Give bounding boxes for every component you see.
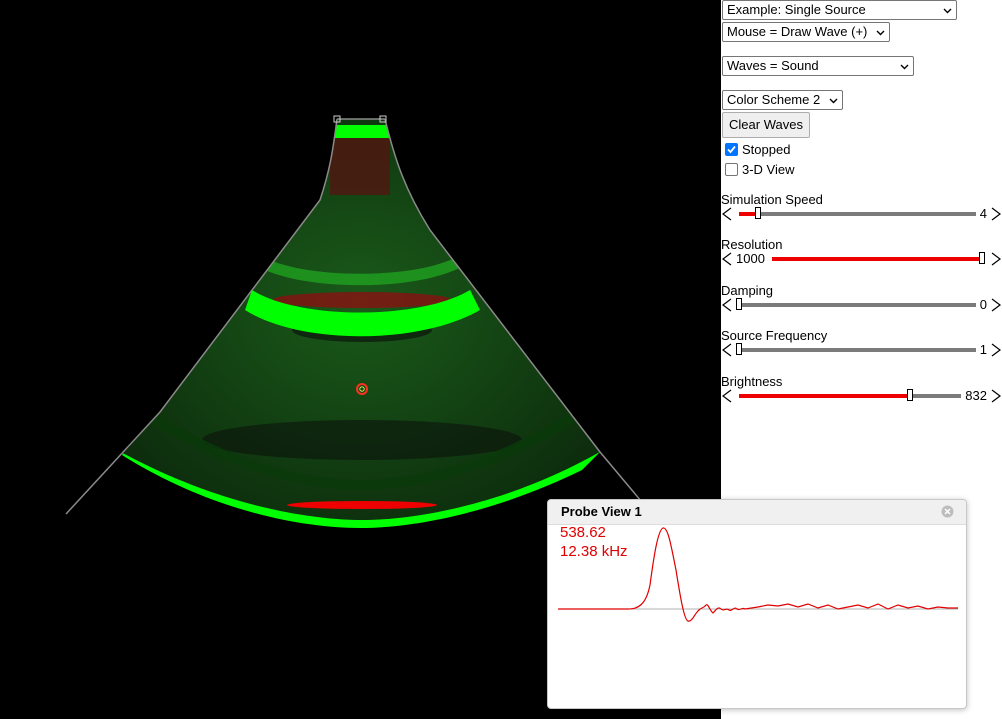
slider-track[interactable] [772, 252, 985, 264]
arrow-right-icon[interactable] [990, 342, 1002, 358]
view3d-label: 3-D View [742, 161, 795, 177]
arrow-right-icon[interactable] [990, 297, 1002, 313]
slider-thumb[interactable] [736, 343, 742, 355]
slider-value: 4 [979, 206, 987, 221]
waves-select[interactable]: Waves = Sound [722, 56, 914, 76]
slider-value: 1000 [736, 251, 765, 266]
probe-plot: 538.62 12.38 kHz [558, 524, 958, 700]
arrow-right-icon[interactable] [990, 206, 1002, 222]
slider-thumb[interactable] [754, 207, 761, 219]
example-select[interactable]: Example: Single Source [722, 0, 957, 20]
mouse-mode-value: Mouse = Draw Wave (+) [727, 24, 868, 39]
slider-label: Resolution [721, 237, 783, 252]
stopped-checkbox[interactable]: Stopped [725, 140, 790, 158]
probe-view-window[interactable]: Probe View 1 538.62 12.38 kHz [547, 499, 967, 709]
slider-value: 0 [979, 297, 987, 312]
slider-track[interactable] [739, 207, 976, 219]
probe-title: Probe View 1 [561, 504, 642, 519]
slider-thumb[interactable] [978, 252, 985, 264]
chevron-down-icon [829, 98, 838, 104]
arrow-left-icon[interactable] [721, 388, 733, 404]
chevron-down-icon [900, 64, 909, 70]
chevron-down-icon [943, 8, 952, 14]
probe-trace [558, 527, 958, 622]
slider[interactable]: 4 [721, 206, 1002, 222]
chevron-down-icon [876, 30, 885, 36]
arrow-left-icon[interactable] [721, 342, 733, 358]
slider-thumb[interactable] [906, 389, 913, 401]
slider-fill [739, 394, 910, 398]
slider-label: Source Frequency [721, 328, 828, 343]
arrow-left-icon[interactable] [721, 251, 733, 267]
arrow-left-icon[interactable] [721, 206, 733, 222]
slider-label: Brightness [721, 374, 783, 389]
slider-track[interactable] [739, 389, 961, 401]
color-scheme-value: Color Scheme 2 [727, 92, 821, 107]
arrow-left-icon[interactable] [721, 297, 733, 313]
arrow-right-icon[interactable] [990, 251, 1002, 267]
slider[interactable]: 832 [721, 388, 1002, 404]
view3d-checkbox[interactable]: 3-D View [725, 160, 795, 178]
slider-thumb[interactable] [736, 298, 742, 310]
slider-label: Damping [721, 283, 774, 298]
probe-header[interactable]: Probe View 1 [548, 500, 966, 525]
slider[interactable]: 1 [721, 342, 1002, 358]
checkbox-unchecked-icon[interactable] [725, 162, 738, 176]
arrow-right-icon[interactable] [990, 388, 1002, 404]
slider-value: 1 [979, 342, 987, 357]
slider[interactable]: 1000 [721, 251, 1002, 267]
color-scheme-select[interactable]: Color Scheme 2 [722, 90, 843, 110]
waves-select-value: Waves = Sound [727, 58, 819, 73]
clear-waves-button[interactable]: Clear Waves [722, 112, 810, 138]
close-icon[interactable] [941, 505, 954, 518]
slider-fill [772, 257, 982, 261]
stopped-label: Stopped [742, 141, 791, 157]
slider-label: Simulation Speed [721, 192, 823, 207]
checkbox-checked-icon[interactable] [725, 142, 738, 156]
slider-track[interactable] [736, 343, 976, 355]
slider-value: 832 [965, 388, 987, 403]
example-select-value: Example: Single Source [727, 2, 866, 17]
slider-track[interactable] [736, 298, 976, 310]
mouse-mode-select[interactable]: Mouse = Draw Wave (+) [722, 22, 890, 42]
slider[interactable]: 0 [721, 297, 1002, 313]
